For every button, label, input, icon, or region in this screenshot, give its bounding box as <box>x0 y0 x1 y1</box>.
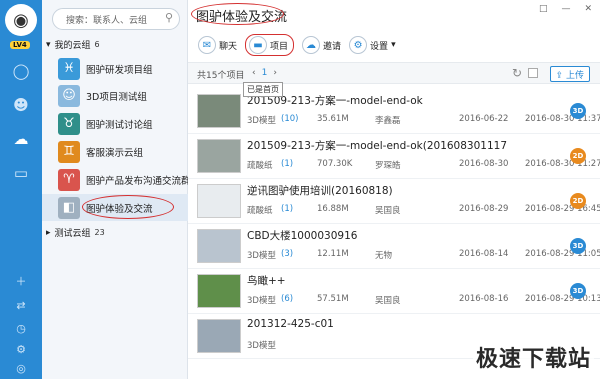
invite-button[interactable]: ☁ 邀请 <box>302 36 341 54</box>
file-meta: 3D模型 (10) 35.61M 李鑫磊 2016-06-22 2016-08-30 11… <box>247 114 600 126</box>
prev-page-button[interactable]: ‹ <box>252 68 256 78</box>
file-meta: 3D模型 (6) 57.51M 吴国良 2016-08-16 2016-08-29 10:… <box>247 294 600 306</box>
pisces-icon: ♓ <box>58 57 80 80</box>
file-type-badge: 2D <box>570 193 586 209</box>
file-name[interactable]: 201509-213-方案一-model-end-ok(201608301117 <box>247 138 507 153</box>
watermark: 极速下载站 <box>472 341 594 373</box>
group-name: 图驴研发项目组 <box>86 64 153 76</box>
my-groups-header[interactable]: ▾ 我的云组 6 <box>46 38 100 52</box>
settings-nav-icon[interactable]: ⚙ <box>13 341 29 357</box>
file-thumbnail[interactable] <box>197 94 241 128</box>
file-thumbnail[interactable] <box>197 229 241 263</box>
file-name[interactable]: 201312-425-c01 <box>247 318 334 330</box>
file-thumbnail[interactable] <box>197 274 241 308</box>
settings-button[interactable]: ⚙ 设置 ▾ <box>349 36 396 54</box>
tooltip: 已是首页 <box>243 82 283 97</box>
expand-icon: ▸ <box>46 227 51 238</box>
file-thumbnail[interactable] <box>197 319 241 353</box>
file-meta: 疏酸纸 (1) 16.88M 吴国良 2016-08-29 2016-08-29 16:4… <box>247 204 600 216</box>
main-panel: 图驴体验及交流 □ — ✕ ✉ 聊天 ▬ 项目 ☁ 邀请 ⚙ 设置 ▾ 共15个… <box>188 0 600 379</box>
version-count[interactable]: (6) <box>281 294 317 306</box>
contacts-nav-icon[interactable]: ☻ <box>10 94 32 116</box>
file-meta: 疏酸纸 (1) 707.30K 罗琛皓 2016-08-30 2016-08-30 11:… <box>247 159 600 171</box>
collapse-icon: ▾ <box>46 39 51 50</box>
search-input[interactable]: 搜索：联系人、云组 ⚲ <box>52 8 180 30</box>
file-row[interactable]: 201509-213-方案一-model-end-ok(201608301117… <box>188 134 600 179</box>
search-icon[interactable]: ⚲ <box>165 11 173 24</box>
pagination: ‹ 1 › <box>252 68 277 78</box>
file-type-badge: 3D <box>570 283 586 299</box>
gemini-icon: ♊ <box>58 140 80 163</box>
file-name[interactable]: 逆讯图驴使用培训(20160818) <box>247 183 393 198</box>
chevron-down-icon: ▾ <box>391 40 396 50</box>
version-count[interactable]: (3) <box>281 249 317 261</box>
title-annotation <box>191 3 284 25</box>
aries-icon: ♈ <box>58 168 80 191</box>
sync-icon[interactable]: ⇄ <box>13 297 29 313</box>
version-count[interactable]: (1) <box>281 159 317 171</box>
group-icon: ◧ <box>58 196 80 219</box>
level-badge: LV4 <box>10 41 30 49</box>
avatar-icon: ☺ <box>58 84 80 107</box>
file-name[interactable]: CBD大楼1000030916 <box>247 228 357 243</box>
history-icon[interactable]: ◷ <box>13 320 29 336</box>
file-thumbnail[interactable] <box>197 139 241 173</box>
select-all-checkbox[interactable] <box>528 68 538 78</box>
chat-button[interactable]: ✉ 聊天 <box>198 36 237 54</box>
file-row[interactable]: 逆讯图驴使用培训(20160818) 疏酸纸 (1) 16.88M 吴国良 2016-08… <box>188 179 600 224</box>
sidebar-item-group[interactable]: ◧ 图驴体验及交流 <box>42 194 188 221</box>
minimize-button[interactable]: — <box>561 4 570 14</box>
app-rail: ◉ LV4 ◯ ☻ ☁ ▭ ＋ ⇄ ◷ ⚙ ◎ <box>0 0 42 379</box>
total-count: 共15个项目 <box>197 71 245 81</box>
menu-icon[interactable]: ◎ <box>13 360 29 376</box>
list-toolbar: 共15个项目 ‹ 1 › ↻ ⇪ 上传 <box>188 62 600 84</box>
toolbar: ✉ 聊天 ▬ 项目 ☁ 邀请 ⚙ 设置 ▾ <box>198 34 396 56</box>
file-row[interactable]: CBD大楼1000030916 3D模型 (3) 12.11M 无物 2016-08-14… <box>188 224 600 269</box>
cloud-icon: ☁ <box>302 36 321 54</box>
add-icon[interactable]: ＋ <box>13 273 29 289</box>
group-name: 3D项目测试组 <box>86 91 147 103</box>
chat-icon: ✉ <box>198 36 216 54</box>
window-controls: □ — ✕ <box>539 4 592 14</box>
version-count[interactable]: (10) <box>281 114 317 126</box>
chat-nav-icon[interactable]: ◯ <box>10 60 32 82</box>
selection-annotation <box>82 195 174 219</box>
folder-nav-icon[interactable]: ▭ <box>10 162 32 184</box>
avatar[interactable]: ◉ <box>5 4 37 36</box>
file-type-badge: 2D <box>570 148 586 164</box>
file-thumbnail[interactable] <box>197 184 241 218</box>
group-name: 客服演示云组 <box>86 147 144 159</box>
taurus-icon: ♉ <box>58 112 80 135</box>
file-row[interactable]: 鸟瞰++ 3D模型 (6) 57.51M 吴国良 2016-08-16 2016-08-29… <box>188 269 600 314</box>
file-type-badge: 3D <box>570 238 586 254</box>
next-page-button[interactable]: › <box>273 68 277 78</box>
file-name[interactable]: 鸟瞰++ <box>247 273 286 288</box>
file-type-badge: 3D <box>570 103 586 119</box>
version-count[interactable] <box>281 339 317 351</box>
folder-icon: ▬ <box>249 36 268 54</box>
group-name: 图驴测试讨论组 <box>86 119 153 131</box>
gear-icon: ⚙ <box>349 36 368 54</box>
cloud-nav-icon[interactable]: ☁ <box>10 128 32 150</box>
group-name: 图驴产品发布沟通交流群 <box>86 175 191 187</box>
maximize-button[interactable]: □ <box>539 4 548 14</box>
test-groups-header[interactable]: ▸ 测试云组 23 <box>46 226 105 240</box>
refresh-icon[interactable]: ↻ <box>512 66 522 80</box>
close-button[interactable]: ✕ <box>584 4 592 14</box>
page-number[interactable]: 1 <box>262 68 268 78</box>
version-count[interactable]: (1) <box>281 204 317 216</box>
project-button[interactable]: ▬ 项目 <box>245 34 295 56</box>
file-meta: 3D模型 (3) 12.11M 无物 2016-08-14 2016-08-29 11:0… <box>247 249 600 261</box>
upload-button[interactable]: ⇪ 上传 <box>549 66 590 82</box>
